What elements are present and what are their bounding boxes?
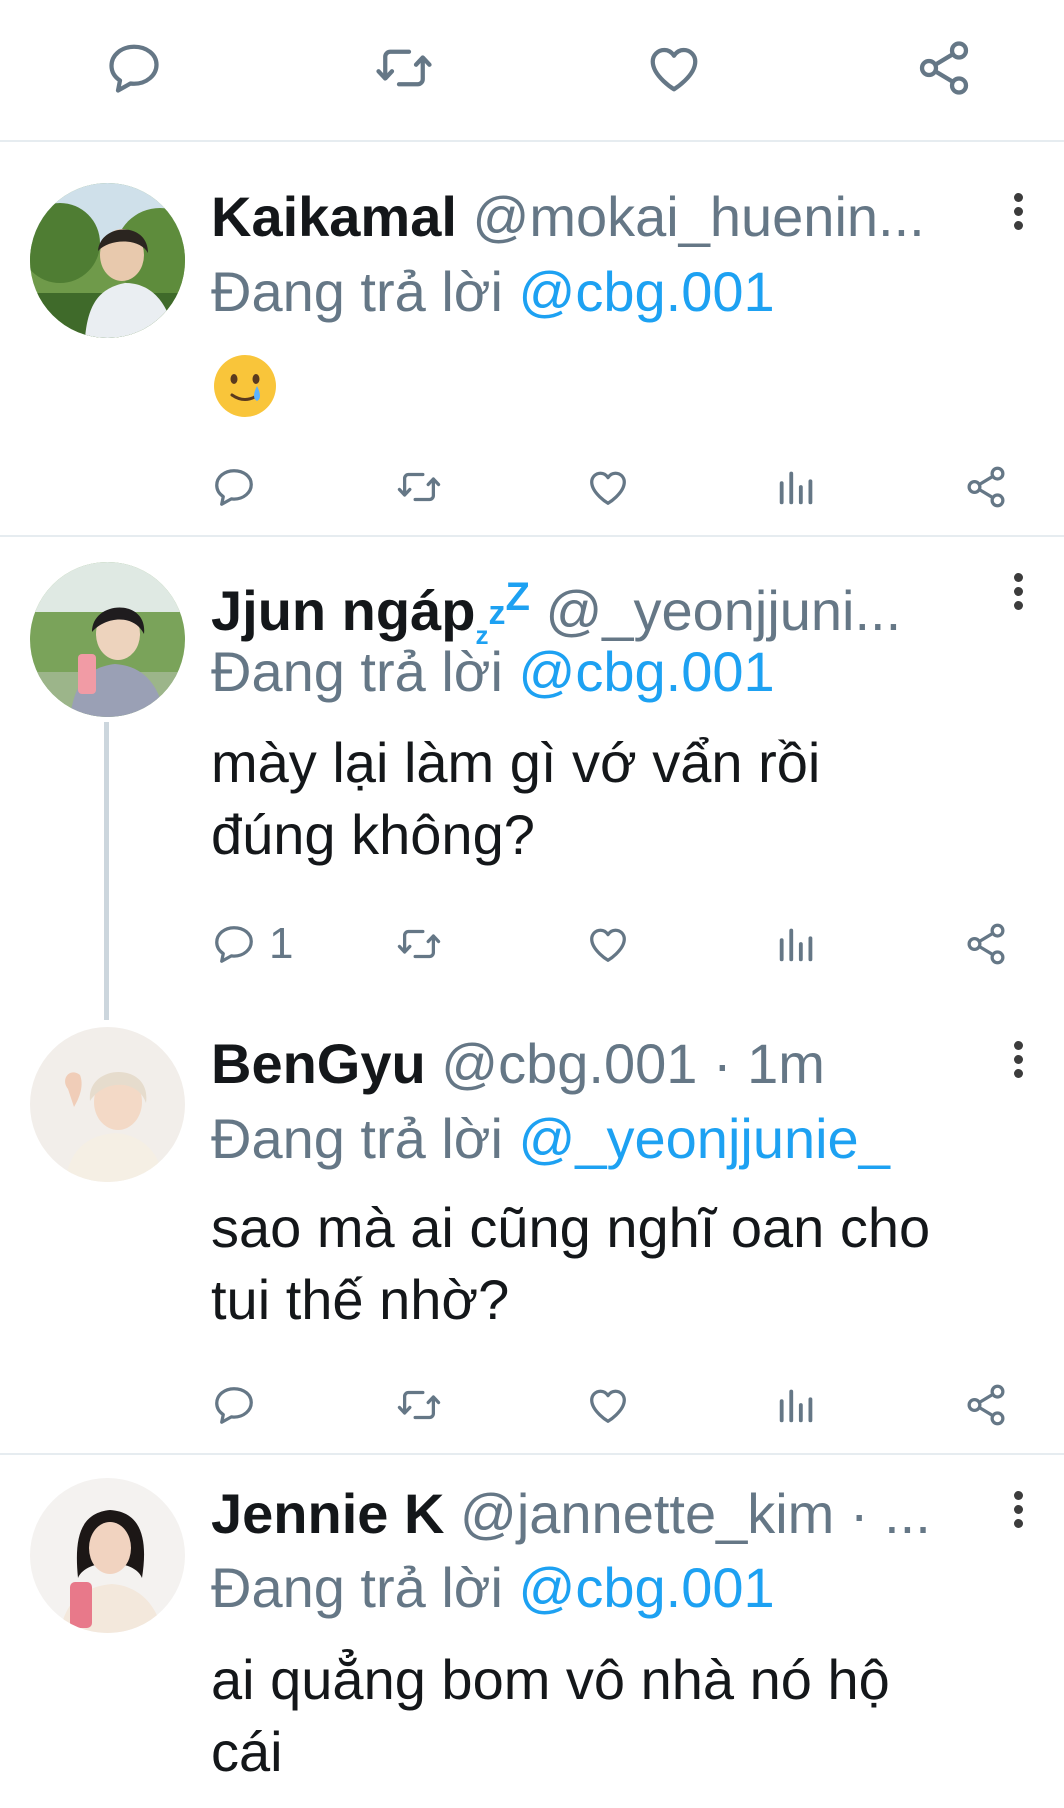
- display-name[interactable]: Jjun ngápzzZ: [211, 575, 530, 650]
- username[interactable]: @mokai_huenin...: [473, 185, 925, 248]
- tweet-text-line: đúng không?: [211, 803, 535, 866]
- tweet-text-line: ai quẳng bom vô nhà nó hộ: [211, 1648, 890, 1711]
- display-name-text: Jjun ngáp: [211, 579, 476, 642]
- more-options-icon[interactable]: [1000, 568, 1036, 628]
- replying-to: Đang trả lời @cbg.001: [211, 1556, 775, 1620]
- tweet-header: Kaikamal @mokai_huenin...: [211, 185, 981, 249]
- zzz-medium: z: [488, 594, 506, 632]
- like-icon: [585, 464, 631, 510]
- share-button[interactable]: [963, 919, 1009, 969]
- more-options-icon[interactable]: [1000, 1036, 1036, 1096]
- reply-icon[interactable]: [104, 38, 164, 98]
- more-options-icon[interactable]: [1000, 188, 1036, 248]
- username[interactable]: @cbg.001 · 1m: [441, 1032, 825, 1095]
- share-icon: [963, 921, 1009, 967]
- reply-icon: [211, 1382, 257, 1428]
- reply-button[interactable]: 1: [211, 919, 293, 969]
- replying-to-label: Đang trả lời: [211, 260, 503, 323]
- username[interactable]: @jannette_kim · ...: [460, 1482, 931, 1545]
- retweet-icon: [396, 464, 442, 510]
- avatar[interactable]: [30, 1027, 185, 1182]
- avatar[interactable]: [30, 183, 185, 338]
- tweet-text: sao mà ai cũng nghĩ oan cho tui thế nhờ?: [211, 1192, 1031, 1336]
- replying-to-label: Đang trả lời: [211, 1107, 503, 1170]
- like-icon: [585, 921, 631, 967]
- replying-to: Đang trả lời @cbg.001: [211, 640, 775, 704]
- share-button[interactable]: [963, 462, 1009, 512]
- zzz-large: Z: [505, 575, 530, 619]
- replying-to-link[interactable]: @cbg.001: [519, 640, 775, 703]
- retweet-button[interactable]: [396, 919, 442, 969]
- display-name[interactable]: Jennie K: [211, 1482, 444, 1545]
- like-button[interactable]: [585, 919, 631, 969]
- tweet-text-line: cái: [211, 1720, 283, 1783]
- replying-to-link[interactable]: @cbg.001: [519, 260, 775, 323]
- retweet-icon[interactable]: [374, 38, 434, 98]
- reply-icon: [211, 464, 257, 510]
- tweet-text-line: sao mà ai cũng nghĩ oan cho: [211, 1196, 931, 1259]
- retweet-icon: [396, 1382, 442, 1428]
- share-icon: [963, 1382, 1009, 1428]
- tweet-actions: [211, 1380, 1021, 1430]
- analytics-icon: [774, 464, 820, 510]
- like-icon[interactable]: [644, 38, 704, 98]
- like-icon: [585, 1382, 631, 1428]
- tweet-header: BenGyu @cbg.001 · 1m: [211, 1032, 981, 1096]
- sleeping-zzz: zzZ: [475, 575, 529, 650]
- reply-icon: [211, 921, 257, 967]
- replying-to-link[interactable]: @cbg.001: [519, 1556, 775, 1619]
- like-button[interactable]: [585, 1380, 631, 1430]
- avatar[interactable]: [30, 1478, 185, 1633]
- username[interactable]: @_yeonjjuni...: [545, 579, 901, 642]
- tweet-text: mày lại làm gì vớ vẩn rồi đúng không?: [211, 727, 1031, 871]
- like-button[interactable]: [585, 462, 631, 512]
- analytics-button[interactable]: [774, 919, 820, 969]
- display-name[interactable]: BenGyu: [211, 1032, 426, 1095]
- share-icon[interactable]: [914, 38, 974, 98]
- thread-line: [104, 722, 109, 1020]
- display-name[interactable]: Kaikamal: [211, 185, 457, 248]
- analytics-icon: [774, 921, 820, 967]
- replying-to-label: Đang trả lời: [211, 1556, 503, 1619]
- tweet-text-line: tui thế nhờ?: [211, 1268, 510, 1331]
- retweet-button[interactable]: [396, 1380, 442, 1430]
- replying-to-label: Đang trả lời: [211, 640, 503, 703]
- divider: [0, 535, 1064, 537]
- crying-smile-emoji: [214, 355, 276, 417]
- tweet-text: ai quẳng bom vô nhà nó hộ cái: [211, 1644, 1031, 1788]
- divider: [0, 1453, 1064, 1455]
- tweet-actions: 1: [211, 919, 1021, 969]
- retweet-icon: [396, 921, 442, 967]
- replying-to: Đang trả lời @_yeonjjunie_: [211, 1107, 890, 1171]
- analytics-button[interactable]: [774, 462, 820, 512]
- tweet-action-bar: [0, 0, 1064, 140]
- share-button[interactable]: [963, 1380, 1009, 1430]
- tweet-actions: [211, 462, 1021, 512]
- tweet-text-line: mày lại làm gì vớ vẩn rồi: [211, 731, 821, 794]
- analytics-icon: [774, 1382, 820, 1428]
- more-options-icon[interactable]: [1000, 1486, 1036, 1546]
- replying-to: Đang trả lời @cbg.001: [211, 260, 775, 324]
- analytics-button[interactable]: [774, 1380, 820, 1430]
- share-icon: [963, 464, 1009, 510]
- replying-to-link[interactable]: @_yeonjjunie_: [519, 1107, 890, 1170]
- retweet-button[interactable]: [396, 462, 442, 512]
- divider: [0, 140, 1064, 142]
- reply-count: 1: [269, 919, 294, 968]
- tweet-header: Jennie K @jannette_kim · ...: [211, 1482, 981, 1546]
- reply-button[interactable]: [211, 1380, 257, 1430]
- reply-button[interactable]: [211, 462, 257, 512]
- avatar[interactable]: [30, 562, 185, 717]
